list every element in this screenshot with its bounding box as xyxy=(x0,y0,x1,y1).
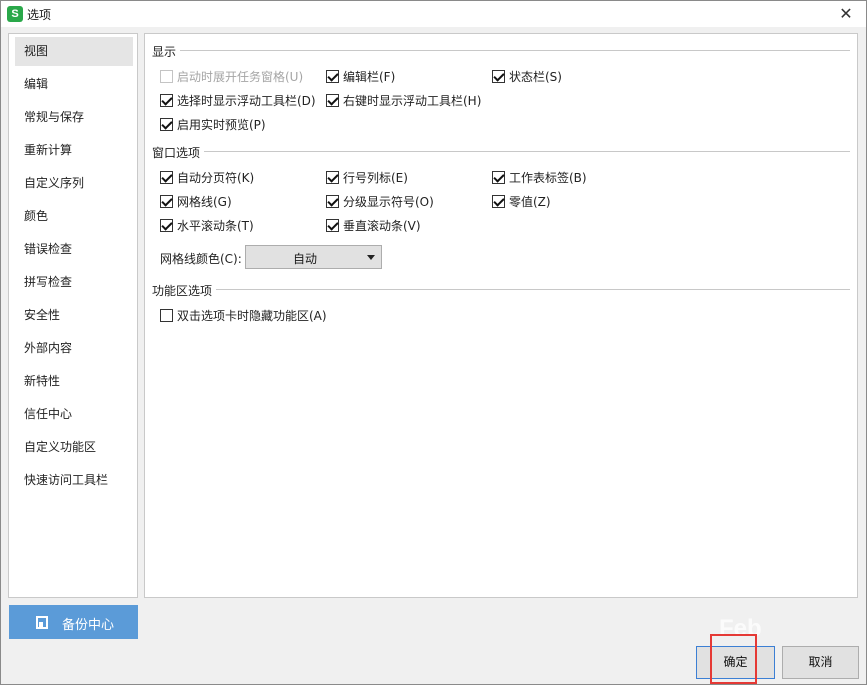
wps-app-icon: S xyxy=(7,6,23,22)
checkbox-label: 启用实时预览(P) xyxy=(177,117,266,132)
checkbox-box xyxy=(160,93,173,107)
checkbox-label: 双击选项卡时隐藏功能区(A) xyxy=(177,308,327,323)
checkbox-hide-ribbon-dblclick[interactable]: 双击选项卡时隐藏功能区(A) xyxy=(160,307,327,323)
checkbox-sheet-tabs[interactable]: 工作表标签(B) xyxy=(492,169,587,185)
gridline-color-value: 自动 xyxy=(292,252,317,266)
section-divider xyxy=(216,289,850,290)
checkbox-label: 零值(Z) xyxy=(509,194,551,209)
checkbox-label: 状态栏(S) xyxy=(509,69,562,84)
sidebar-item-security[interactable]: 安全性 xyxy=(15,301,133,330)
section-divider xyxy=(204,151,850,152)
section-title-ribbon-options: 功能区选项 xyxy=(152,284,213,298)
checkbox-box xyxy=(160,117,173,131)
checkbox-label: 垂直滚动条(V) xyxy=(343,218,421,233)
checkbox-horizontal-scrollbar[interactable]: 水平滚动条(T) xyxy=(160,217,254,233)
backup-center-label: 备份中心 xyxy=(62,618,115,633)
checkbox-auto-page-break[interactable]: 自动分页符(K) xyxy=(160,169,254,185)
backup-icon xyxy=(36,616,48,629)
checkbox-box xyxy=(160,194,173,208)
checkbox-box xyxy=(160,218,173,232)
sidebar-item-customize-ribbon[interactable]: 自定义功能区 xyxy=(15,433,133,462)
sidebar-item-new-features[interactable]: 新特性 xyxy=(15,367,133,396)
checkbox-box xyxy=(492,194,505,208)
checkbox-box xyxy=(160,170,173,184)
checkbox-status-bar[interactable]: 状态栏(S) xyxy=(492,68,562,84)
checkbox-label: 启动时展开任务窗格(U) xyxy=(177,69,304,84)
sidebar-item-trust-center[interactable]: 信任中心 xyxy=(15,400,133,429)
checkbox-label: 选择时显示浮动工具栏(D) xyxy=(177,93,316,108)
sidebar-item-color[interactable]: 颜色 xyxy=(15,202,133,231)
options-sidebar: 视图 编辑 常规与保存 重新计算 自定义序列 颜色 错误检查 拼写检查 安全性 … xyxy=(8,33,138,598)
section-title-window-options: 窗口选项 xyxy=(152,146,201,160)
checkbox-outline-symbols[interactable]: 分级显示符号(O) xyxy=(326,193,434,209)
checkbox-box xyxy=(326,69,339,83)
checkbox-label: 右键时显示浮动工具栏(H) xyxy=(343,93,482,108)
checkbox-live-preview[interactable]: 启用实时预览(P) xyxy=(160,116,266,132)
sidebar-item-external-content[interactable]: 外部内容 xyxy=(15,334,133,363)
section-title-display: 显示 xyxy=(152,45,177,59)
checkbox-box xyxy=(326,194,339,208)
checkbox-box xyxy=(492,69,505,83)
section-divider xyxy=(180,50,850,51)
view-options-panel: 显示 启动时展开任务窗格(U) 编辑栏(F) 状态栏(S) 选择时显示浮动工具栏… xyxy=(144,33,858,598)
checkbox-box xyxy=(160,69,173,83)
sidebar-item-custom-lists[interactable]: 自定义序列 xyxy=(15,169,133,198)
gridline-color-select[interactable]: 自动 xyxy=(245,245,382,269)
title-bar[interactable]: S 选项 ✕ xyxy=(1,1,866,27)
gridline-color-label: 网格线颜色(C): xyxy=(160,252,242,266)
checkbox-float-toolbar-rightclick[interactable]: 右键时显示浮动工具栏(H) xyxy=(326,92,481,108)
checkbox-label: 分级显示符号(O) xyxy=(343,194,434,209)
checkbox-label: 网格线(G) xyxy=(177,194,232,209)
sidebar-item-error-checking[interactable]: 错误检查 xyxy=(15,235,133,264)
close-icon[interactable]: ✕ xyxy=(832,3,860,25)
sidebar-item-recalculation[interactable]: 重新计算 xyxy=(15,136,133,165)
checkbox-gridlines[interactable]: 网格线(G) xyxy=(160,193,232,209)
dropdown-arrow-icon xyxy=(367,255,375,260)
checkbox-zero-values[interactable]: 零值(Z) xyxy=(492,193,551,209)
checkbox-float-toolbar-select[interactable]: 选择时显示浮动工具栏(D) xyxy=(160,92,316,108)
checkbox-label: 编辑栏(F) xyxy=(343,69,396,84)
checkbox-box xyxy=(492,170,505,184)
sidebar-item-quick-access-toolbar[interactable]: 快速访问工具栏 xyxy=(15,466,133,495)
checkbox-box xyxy=(326,93,339,107)
checkbox-startup-taskpane[interactable]: 启动时展开任务窗格(U) xyxy=(160,68,303,84)
checkbox-box xyxy=(326,170,339,184)
backup-center-button[interactable]: 备份中心 xyxy=(9,605,138,639)
sidebar-item-general-save[interactable]: 常规与保存 xyxy=(15,103,133,132)
checkbox-box xyxy=(326,218,339,232)
sidebar-item-edit[interactable]: 编辑 xyxy=(15,70,133,99)
options-dialog: S 选项 ✕ 视图 编辑 常规与保存 重新计算 自定义序列 颜色 错误检查 拼写… xyxy=(0,0,867,685)
checkbox-row-col-headers[interactable]: 行号列标(E) xyxy=(326,169,408,185)
checkbox-label: 自动分页符(K) xyxy=(177,170,255,185)
cancel-button[interactable]: 取消 xyxy=(782,646,859,679)
checkbox-box xyxy=(160,308,173,322)
checkbox-label: 水平滚动条(T) xyxy=(177,218,254,233)
checkbox-vertical-scrollbar[interactable]: 垂直滚动条(V) xyxy=(326,217,421,233)
dialog-title: 选项 xyxy=(27,8,52,22)
checkbox-formula-bar[interactable]: 编辑栏(F) xyxy=(326,68,395,84)
checkbox-label: 工作表标签(B) xyxy=(509,170,587,185)
checkbox-label: 行号列标(E) xyxy=(343,170,408,185)
sidebar-item-view[interactable]: 视图 xyxy=(15,37,133,66)
ok-button-highlight-box xyxy=(710,634,757,684)
sidebar-item-spelling[interactable]: 拼写检查 xyxy=(15,268,133,297)
